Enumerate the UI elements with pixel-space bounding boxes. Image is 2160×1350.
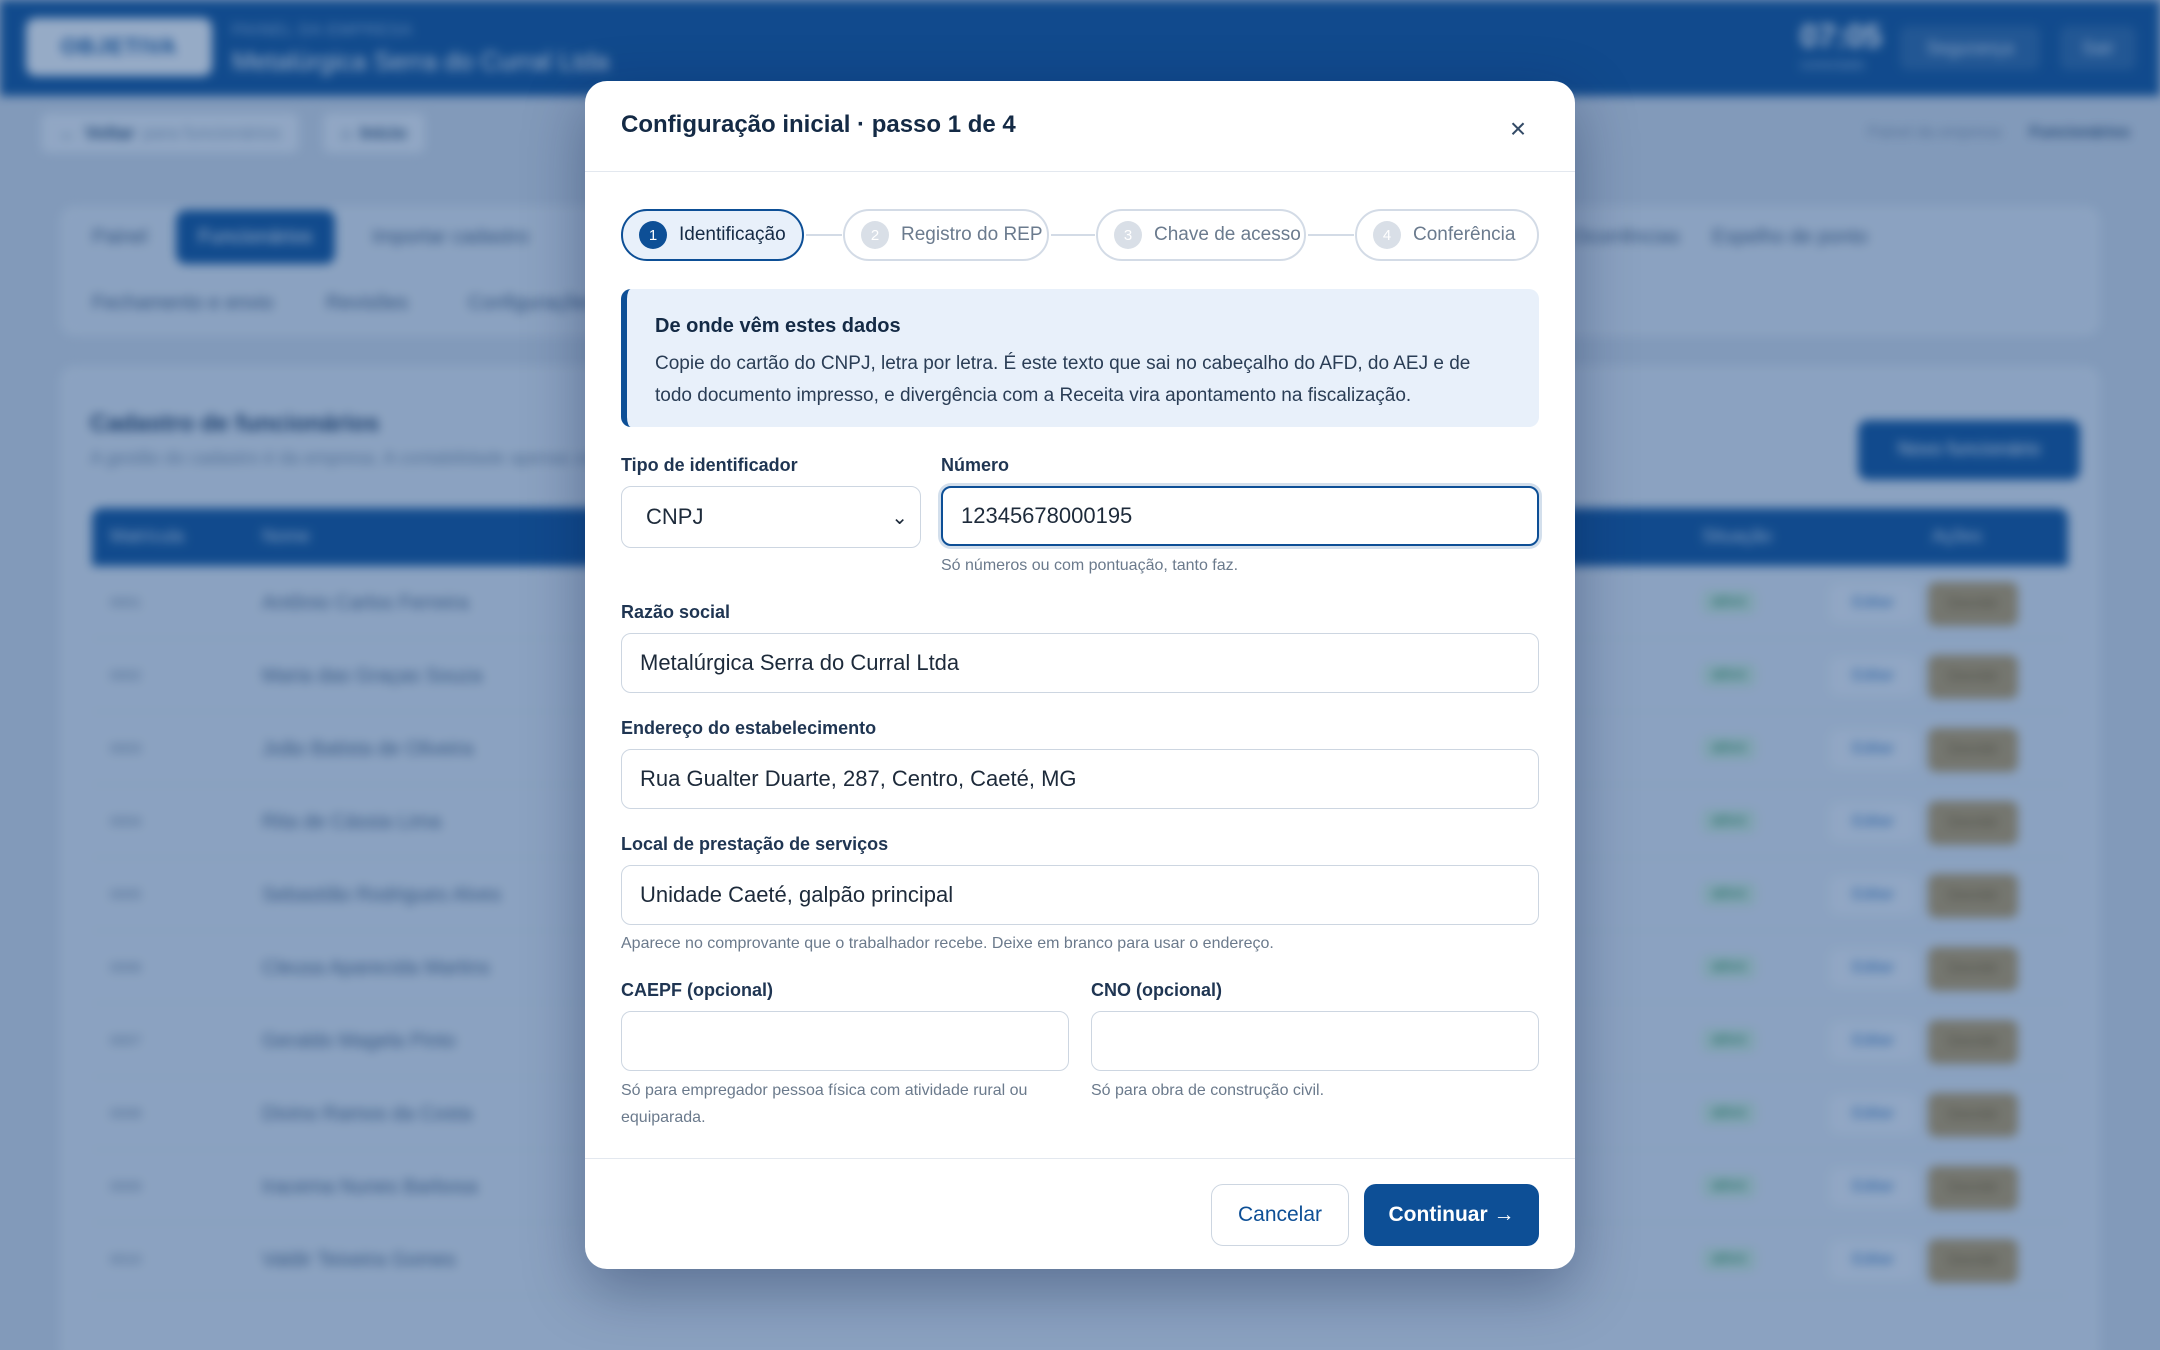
info-callout: De onde vêm estes dados Copie do cartão … [621, 289, 1539, 427]
service-place-hint: Aparece no comprovante que o trabalhador… [621, 935, 1274, 952]
dialog-title: Configuração inicial · passo 1 de 4 [621, 111, 1016, 138]
step-number: 1 [639, 221, 667, 249]
step-number: 3 [1114, 221, 1142, 249]
step-label: Identificação [679, 224, 786, 245]
step-label: Registro do REP [901, 224, 1043, 245]
step-connector [1308, 234, 1354, 236]
step-number: 2 [861, 221, 889, 249]
address-label: Endereço do estabelecimento [621, 718, 877, 738]
dialog-footer-divider [585, 1158, 1575, 1159]
step-conferencia[interactable]: 4 Conferência [1355, 209, 1539, 261]
chevron-down-icon: ⌄ [891, 506, 908, 529]
step-connector [1051, 234, 1095, 236]
step-registro-rep[interactable]: 2 Registro do REP [843, 209, 1049, 261]
id-type-value: CNPJ [646, 504, 704, 529]
step-label: Conferência [1413, 224, 1516, 245]
company-name-label: Razão social [621, 602, 731, 622]
step-chave-acesso[interactable]: 3 Chave de acesso [1096, 209, 1306, 261]
info-title: De onde vêm estes dados [655, 315, 901, 337]
cno-label: CNO (opcional) [1091, 980, 1222, 1000]
cancel-button[interactable]: Cancelar [1211, 1184, 1349, 1246]
caepf-input[interactable] [621, 1011, 1069, 1071]
cno-hint: Só para obra de construção civil. [1091, 1082, 1325, 1099]
caepf-label: CAEPF (opcional) [621, 980, 773, 1000]
wizard-stepper: 1 Identificação 2 Registro do REP 3 Chav… [621, 209, 1539, 261]
dialog-header: Configuração inicial · passo 1 de 4 × [585, 81, 1575, 172]
step-connector [806, 234, 842, 236]
setup-dialog: Configuração inicial · passo 1 de 4 × 1 … [585, 81, 1575, 1269]
caepf-hint: Só para empregador pessoa física com ati… [621, 1082, 1028, 1126]
cno-input[interactable] [1091, 1011, 1539, 1071]
close-icon[interactable]: × [1502, 113, 1534, 145]
company-name-input[interactable] [621, 633, 1539, 693]
continue-button[interactable]: Continuar → [1364, 1184, 1539, 1246]
step-label: Chave de acesso [1154, 224, 1301, 245]
step-identificacao[interactable]: 1 Identificação [621, 209, 804, 261]
id-type-label: Tipo de identificador [621, 455, 798, 475]
service-place-label: Local de prestação de serviços [621, 834, 889, 854]
number-label: Número [941, 455, 1010, 475]
number-hint: Só números ou com pontuação, tanto faz. [941, 557, 1239, 574]
step-number: 4 [1373, 221, 1401, 249]
id-type-select[interactable]: CNPJ ⌄ [621, 486, 921, 548]
address-input[interactable] [621, 749, 1539, 809]
info-text: Copie do cartão do CNPJ, letra por letra… [655, 353, 1471, 406]
number-input[interactable] [941, 486, 1539, 546]
service-place-input[interactable] [621, 865, 1539, 925]
